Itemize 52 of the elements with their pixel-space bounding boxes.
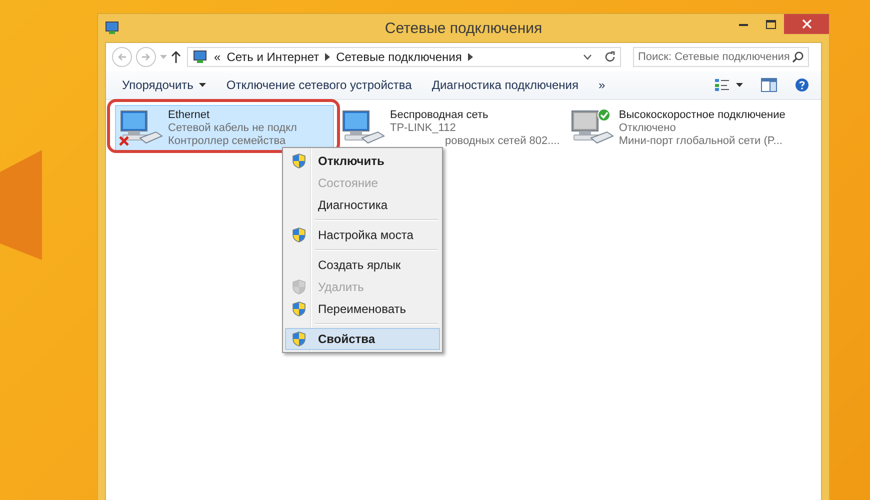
menu-item[interactable]: Диагностика	[285, 194, 440, 216]
connection-name: Высокоскоростное подключение	[618, 109, 786, 122]
address-field[interactable]: « Сеть и Интернет Сетевые подключения	[187, 47, 621, 67]
network-adapter-icon	[118, 108, 164, 148]
connection-detail: Сетевой кабель не подкл	[168, 122, 297, 135]
close-icon	[802, 19, 812, 29]
breadcrumb-overflow[interactable]: «	[214, 50, 221, 64]
minimize-icon	[739, 22, 748, 26]
window-title: Сетевые подключения	[384, 20, 542, 36]
connection-detail: TP-LINK_112	[390, 122, 457, 135]
pane-icon	[761, 78, 777, 92]
connection-item[interactable]: Высокоскоростное подключение Отключено Мини-порт глобальной сети (P...	[566, 105, 788, 151]
view-options-button[interactable]	[714, 78, 743, 92]
help-icon	[795, 78, 809, 92]
help-button[interactable]	[795, 78, 809, 92]
breadcrumb-item[interactable]: Сетевые подключения	[336, 50, 462, 64]
connection-detail: роводных сетей 802....	[445, 135, 560, 148]
preview-pane-button[interactable]	[761, 78, 777, 92]
chevron-icon	[325, 53, 330, 61]
toolbar-button[interactable]: Упорядочить	[114, 75, 214, 95]
search-field[interactable]: Поиск: Сетевые подключения	[633, 47, 809, 67]
toolbar-button[interactable]: Диагностика подключения	[424, 75, 587, 95]
menu-item[interactable]: Свойства	[285, 328, 440, 350]
up-button[interactable]	[171, 51, 181, 63]
connection-item[interactable]: Ethernet Сетевой кабель не подкл Контроллер семейства	[115, 105, 334, 151]
connection-detail: Мини-порт глобальной сети (P...	[618, 135, 784, 148]
back-arrow-icon	[117, 52, 127, 62]
network-folder-icon	[104, 20, 120, 36]
menu-item[interactable]: Создать ярлык	[285, 254, 440, 276]
close-button[interactable]	[784, 14, 829, 34]
connection-detail: Отключено	[618, 122, 676, 135]
toolbar-button[interactable]: Отключение сетевого устройства	[218, 75, 420, 95]
refresh-icon[interactable]	[604, 51, 616, 63]
caret-icon	[736, 83, 743, 87]
up-arrow-icon	[171, 51, 181, 63]
breadcrumb-item[interactable]: Сеть и Интернет	[226, 50, 320, 64]
view-icon	[714, 78, 730, 92]
dropdown-chevron-icon	[583, 54, 592, 60]
network-folder-icon	[192, 50, 208, 64]
maximize-icon	[766, 20, 776, 28]
more-button[interactable]: »	[590, 75, 614, 95]
chevron-icon	[468, 53, 473, 61]
connection-detail: Контроллер семейства	[168, 135, 287, 148]
menu-item[interactable]: Настройка моста	[285, 224, 440, 246]
menu-item[interactable]: Отключить	[285, 150, 440, 172]
connection-item[interactable]: Беспроводная сеть TP-LINK_112 роводных сетей 802....	[337, 105, 563, 151]
caret-icon	[160, 55, 167, 59]
forward-arrow-icon	[141, 52, 151, 62]
menu-item[interactable]: Переименовать	[285, 298, 440, 320]
connection-name: Беспроводная сеть	[390, 109, 490, 122]
search-icon	[792, 51, 804, 63]
connection-name: Ethernet	[168, 109, 211, 122]
